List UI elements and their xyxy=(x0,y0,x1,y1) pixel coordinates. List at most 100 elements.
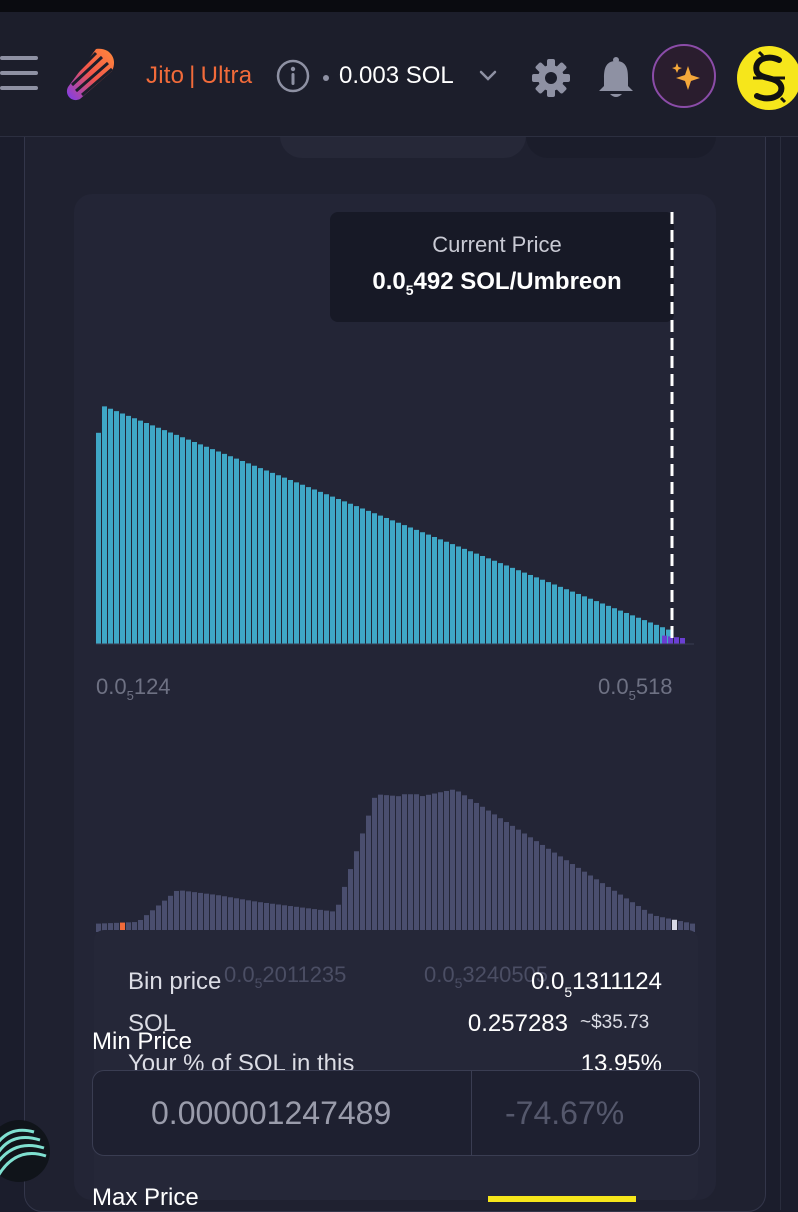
liquidity-bar xyxy=(450,544,455,644)
distribution-bar xyxy=(282,905,287,932)
liquidity-bar xyxy=(348,503,353,644)
liquidity-bar xyxy=(642,620,647,644)
liquidity-bar xyxy=(444,541,449,644)
info-icon[interactable] xyxy=(276,59,310,93)
liquidity-bar xyxy=(186,439,191,644)
liquidity-bar xyxy=(594,601,599,644)
distribution-bar xyxy=(312,909,317,932)
liquidity-bar xyxy=(228,456,233,644)
distribution-bar xyxy=(570,864,575,932)
distribution-bar xyxy=(246,900,251,932)
distribution-bar xyxy=(252,901,257,932)
liquidity-bar xyxy=(294,482,299,644)
liquidity-bar xyxy=(564,589,569,644)
distribution-bar xyxy=(408,794,413,932)
liquidity-bar xyxy=(612,608,617,644)
liquidity-bar xyxy=(414,529,419,644)
liquidity-chart[interactable] xyxy=(90,200,710,940)
distribution-bar xyxy=(606,886,611,932)
liquidity-bar xyxy=(600,603,605,644)
liquidity-bar xyxy=(222,453,227,644)
distribution-bar xyxy=(486,810,491,932)
min-price-percent[interactable]: -74.67% xyxy=(505,1095,624,1132)
distribution-bar xyxy=(438,792,443,932)
liquidity-bar xyxy=(282,477,287,644)
liquidity-bar xyxy=(342,501,347,644)
distribution-bar xyxy=(258,902,263,932)
liquidity-bar xyxy=(96,432,101,644)
liquidity-bar xyxy=(576,593,581,644)
gear-icon[interactable] xyxy=(530,57,572,99)
liquidity-bar xyxy=(108,408,113,644)
liquidity-bar xyxy=(540,579,545,644)
distribution-bar xyxy=(192,892,197,932)
liquidity-bar xyxy=(588,598,593,644)
liquidity-bar xyxy=(480,555,485,644)
avatar[interactable] xyxy=(737,46,798,110)
liquidity-bar xyxy=(570,591,575,644)
distribution-bar xyxy=(210,894,215,932)
distribution-bar xyxy=(276,904,281,932)
liquidity-bar xyxy=(150,425,155,644)
liquidity-bar xyxy=(546,582,551,644)
sol-usd-value: ~$35.73 xyxy=(580,1012,650,1033)
distribution-bar xyxy=(450,789,455,932)
liquidity-bar xyxy=(522,572,527,644)
liquidity-bar xyxy=(192,441,197,644)
liquidity-bar xyxy=(144,422,149,644)
liquidity-bar xyxy=(156,427,161,644)
distribution-bar xyxy=(300,907,305,932)
distribution-bar xyxy=(318,909,323,932)
liquidity-bar xyxy=(504,565,509,644)
bell-icon[interactable] xyxy=(596,56,636,100)
distribution-bar xyxy=(564,860,569,932)
distribution-bar xyxy=(600,883,605,932)
distribution-bar xyxy=(594,879,599,932)
distribution-bar xyxy=(498,818,503,932)
distribution-bar xyxy=(336,904,341,932)
min-price-input[interactable]: 0.000001247489 xyxy=(151,1095,391,1132)
ai-assistant-button[interactable] xyxy=(652,44,716,108)
liquidity-bar xyxy=(618,610,623,644)
distribution-bar xyxy=(264,902,269,932)
chevron-down-icon[interactable] xyxy=(478,68,498,84)
liquidity-bar xyxy=(126,415,131,644)
distribution-bar xyxy=(510,825,515,932)
logo-icon[interactable] xyxy=(62,45,118,103)
sparkle-icon xyxy=(672,63,700,90)
distribution-bar xyxy=(216,895,221,932)
liquidity-bar xyxy=(366,510,371,644)
distribution-bar xyxy=(390,795,395,932)
liquidity-bar xyxy=(204,446,209,644)
liquidity-bar xyxy=(378,515,383,644)
priority-fee[interactable]: 0.003 SOL xyxy=(339,62,454,90)
rpc-selector[interactable]: Jito | Ultra xyxy=(146,62,252,90)
liquidity-bar xyxy=(252,465,257,644)
distribution-bar xyxy=(522,833,527,932)
rpc-provider: Jito xyxy=(146,62,185,89)
hamburger-icon[interactable] xyxy=(0,56,38,90)
distribution-bar xyxy=(612,890,617,932)
liquidity-bar-above-price xyxy=(674,637,679,644)
liquidity-bar xyxy=(132,418,137,644)
distribution-bar xyxy=(462,795,467,932)
liquidity-bar xyxy=(174,434,179,644)
liquidity-bar xyxy=(534,577,539,644)
liquidity-bar xyxy=(330,496,335,644)
liquidity-bar xyxy=(462,548,467,644)
app-header: Jito | Ultra 0.003 SOL xyxy=(0,12,798,137)
liquidity-bar xyxy=(492,560,497,644)
liquidity-bar xyxy=(198,444,203,644)
distribution-bar xyxy=(384,795,389,932)
liquidity-bar xyxy=(162,430,167,644)
liquidity-bar xyxy=(486,558,491,644)
distribution-bar xyxy=(180,890,185,932)
liquidity-bar xyxy=(138,420,143,644)
min-price-field[interactable]: 0.000001247489 -74.67% xyxy=(92,1070,700,1156)
liquidity-bar xyxy=(270,472,275,644)
distribution-bar xyxy=(234,898,239,932)
liquidity-bar xyxy=(300,484,305,644)
liquidity-bar xyxy=(372,513,377,644)
distribution-bar xyxy=(624,898,629,932)
liquidity-bar xyxy=(258,468,263,644)
